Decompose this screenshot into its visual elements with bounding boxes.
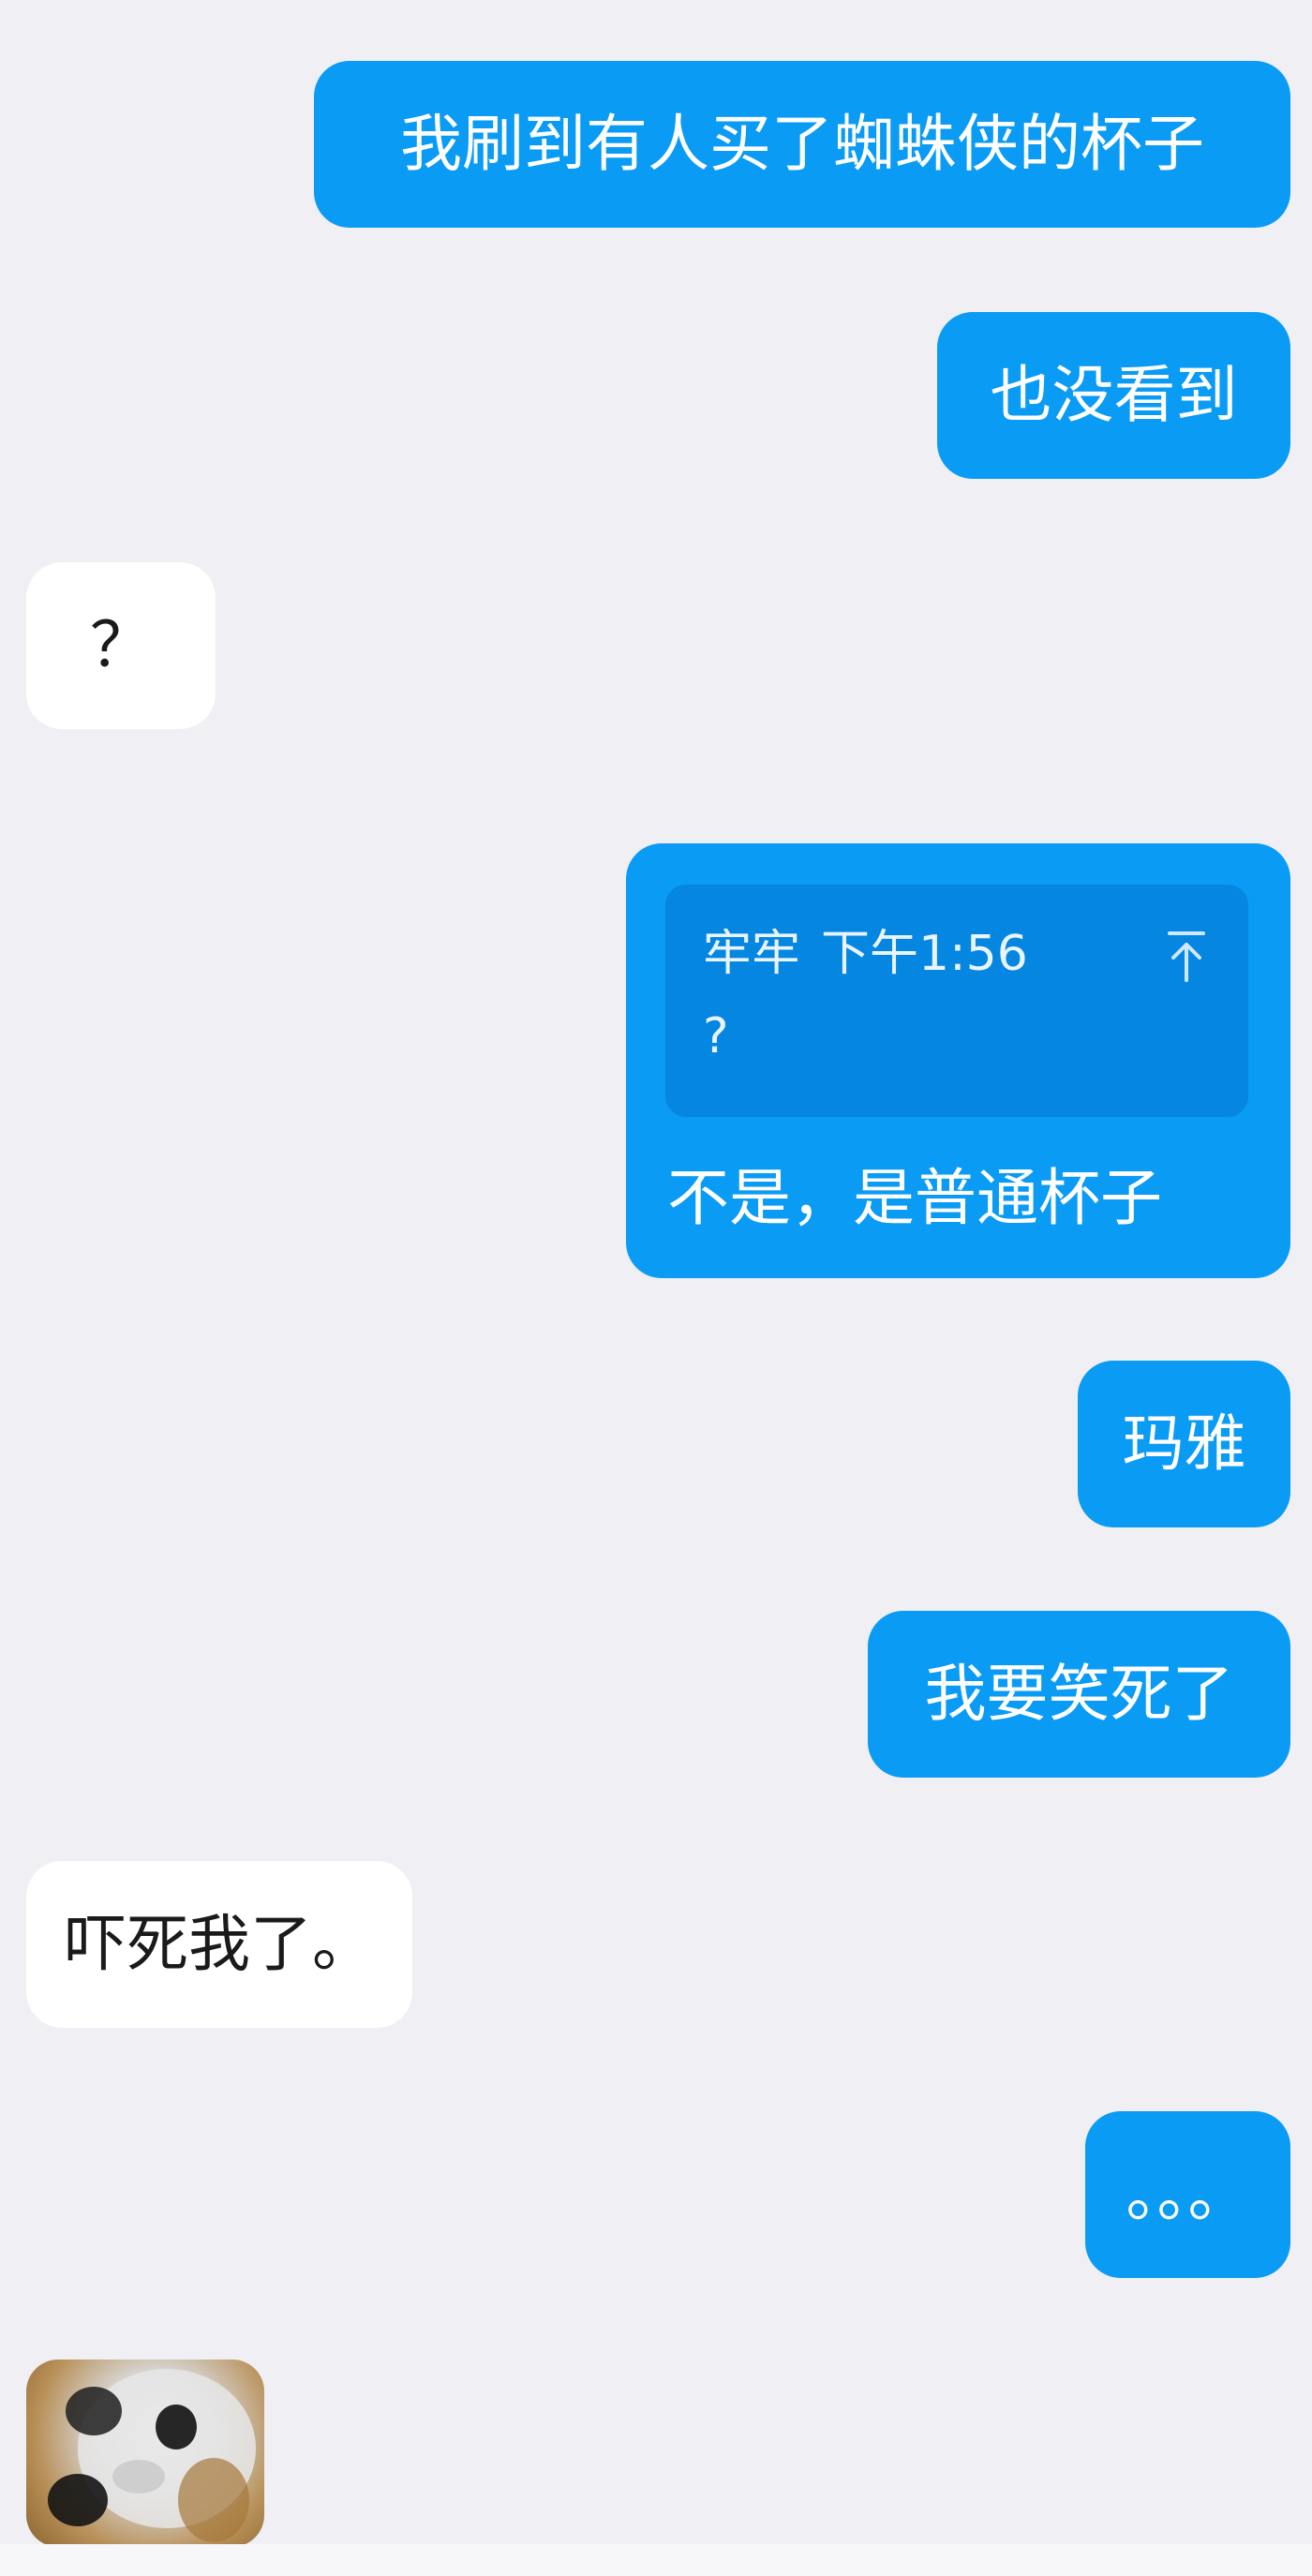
- quoted-time: 下午1:56: [821, 926, 1028, 982]
- bottom-edge: [0, 2544, 1312, 2576]
- sticker-image: [48, 2369, 256, 2542]
- message-bubble-incoming[interactable]: ？: [26, 562, 216, 729]
- message-text: 玛雅: [1122, 1407, 1246, 1480]
- quoted-message[interactable]: 牢牢 下午1:56 ?: [665, 885, 1248, 1117]
- message-bubble-outgoing[interactable]: 。。。: [1085, 2111, 1290, 2278]
- message-text: ？: [90, 609, 152, 681]
- message-bubble-incoming[interactable]: 吓死我了。: [26, 1861, 412, 2028]
- message-text: 。。。: [1126, 2158, 1250, 2230]
- quoted-message-header: 牢牢 下午1:56: [703, 930, 1028, 978]
- quoted-sender-name: 牢牢: [703, 926, 801, 982]
- message-text: 吓死我了。: [65, 1908, 374, 1980]
- message-bubble-outgoing[interactable]: 也没看到: [937, 312, 1290, 479]
- message-text: 也没看到: [990, 359, 1238, 431]
- reply-message-bubble[interactable]: 牢牢 下午1:56 ? 不是，是普通杯子: [626, 843, 1290, 1278]
- message-bubble-outgoing[interactable]: 我刷到有人买了蜘蛛侠的杯子: [314, 61, 1290, 228]
- message-text: 不是，是普通杯子: [667, 1162, 1162, 1234]
- message-bubble-outgoing[interactable]: 玛雅: [1078, 1361, 1290, 1527]
- message-bubble-outgoing[interactable]: 我要笑死了: [868, 1611, 1290, 1778]
- dog-face-sticker[interactable]: [26, 2360, 264, 2547]
- message-text: 我要笑死了: [924, 1658, 1234, 1730]
- arrow-up-to-top-icon[interactable]: [1166, 928, 1207, 984]
- quoted-text: ?: [703, 1008, 729, 1065]
- message-text: 我刷到有人买了蜘蛛侠的杯子: [400, 108, 1204, 180]
